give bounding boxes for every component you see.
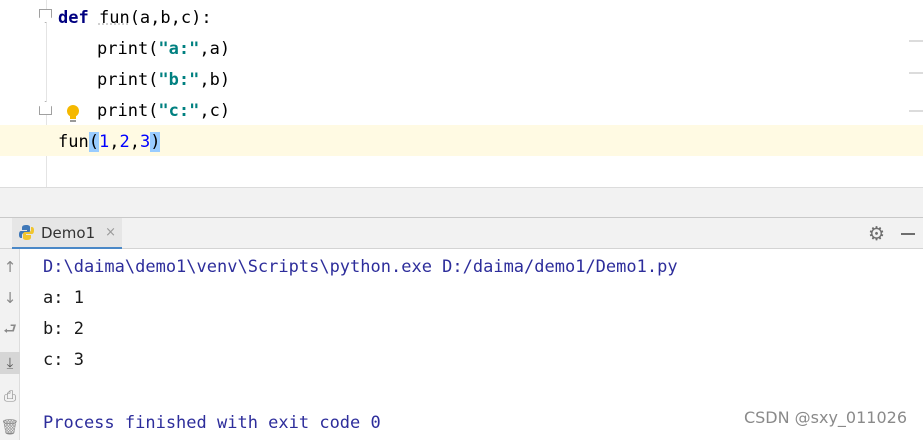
fold-end-icon[interactable] <box>39 101 52 115</box>
scroll-marker <box>909 110 923 112</box>
code-line-5[interactable]: fun(1,2,3) <box>58 127 161 158</box>
watermark: CSDN @sxy_011026 <box>743 408 907 427</box>
code-editor[interactable]: def fun(a,b,c): print("a:",a) print("b:"… <box>0 0 923 187</box>
arrow-down-icon[interactable]: ↓ <box>0 287 20 309</box>
arrow-up-icon[interactable]: ↑ <box>0 256 20 278</box>
lightbulb-icon[interactable] <box>65 104 81 124</box>
console-output-line: c: 3 <box>43 350 84 370</box>
scroll-to-end-icon[interactable]: ⤓ <box>0 352 20 374</box>
tab-label: Demo1 <box>41 223 96 242</box>
gear-icon[interactable]: ⚙ <box>868 223 885 245</box>
run-panel-header: Demo1 × ⚙ <box>0 217 923 250</box>
python-icon <box>19 225 34 240</box>
fold-collapse-icon[interactable] <box>39 9 52 23</box>
gutter-separator <box>46 0 47 187</box>
console-output-line: b: 2 <box>43 319 84 339</box>
console-command: D:\daima\demo1\venv\Scripts\python.exe D… <box>43 257 678 277</box>
code-line-1[interactable]: def fun(a,b,c): <box>58 3 212 34</box>
trash-icon[interactable]: 🗑 <box>0 416 20 438</box>
scroll-marker <box>909 72 923 74</box>
console-output-line: a: 1 <box>43 288 84 308</box>
soft-wrap-icon[interactable]: ⮐ <box>0 320 20 342</box>
close-icon[interactable]: × <box>105 225 116 240</box>
scroll-marker <box>909 40 923 42</box>
panel-divider[interactable] <box>0 187 923 217</box>
code-line-4[interactable]: print("c:",c) <box>97 96 230 127</box>
tab-demo1[interactable]: Demo1 × <box>12 218 123 250</box>
print-icon[interactable]: ⎙ <box>0 385 20 407</box>
code-line-2[interactable]: print("a:",a) <box>97 34 230 65</box>
code-line-3[interactable]: print("b:",b) <box>97 65 230 96</box>
console-exit-message: Process finished with exit code 0 <box>43 413 381 433</box>
run-toolbar: ↑ ↓ ⮐ ⤓ ⎙ 🗑 <box>0 249 20 440</box>
minimize-icon[interactable] <box>901 233 915 235</box>
